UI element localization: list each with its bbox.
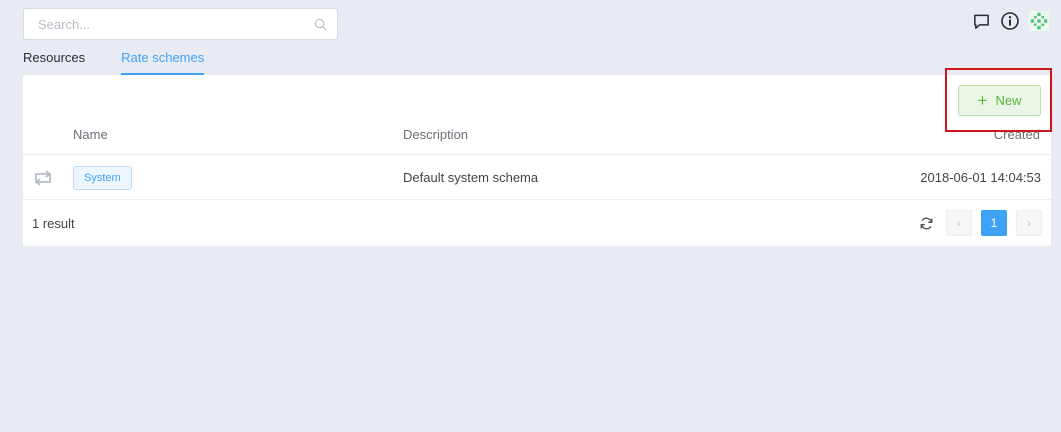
column-header-created[interactable]: Created [994,127,1040,142]
chevron-right-icon[interactable]: › [1016,210,1042,236]
search-icon[interactable] [314,18,327,31]
search-input[interactable] [24,9,304,39]
pagination: ‹ 1 › [917,210,1042,236]
tab-bar: Resources Rate schemes [23,50,205,75]
scheme-name-tag[interactable]: System [73,166,132,190]
refresh-icon[interactable] [917,214,935,232]
tab-rate-schemes[interactable]: Rate schemes [121,50,205,75]
avatar[interactable] [1029,11,1049,31]
info-icon[interactable] [1000,11,1020,31]
plus-icon: + [977,91,988,110]
new-button[interactable]: + New [958,85,1041,116]
column-header-name[interactable]: Name [73,127,108,142]
result-count: 1 result [32,216,75,231]
tab-resources[interactable]: Resources [23,50,85,75]
chevron-left-icon[interactable]: ‹ [946,210,972,236]
scheme-description: Default system schema [403,170,539,185]
table-footer: 1 result ‹ 1 › [23,201,1051,246]
rate-schemes-panel: + New Name Description Created System De… [23,75,1051,246]
chat-icon[interactable] [971,11,991,31]
table-row[interactable]: System Default system schema 2018-06-01 … [23,156,1051,200]
new-button-label: New [995,93,1022,108]
column-header-description[interactable]: Description [403,127,468,142]
search-box[interactable] [23,8,338,40]
page-button-current[interactable]: 1 [981,210,1007,236]
header-actions [971,11,1049,31]
table-header: Name Description Created [23,123,1051,155]
scheme-created: 2018-06-01 14:04:53 [920,170,1041,185]
repeat-icon [31,168,55,191]
